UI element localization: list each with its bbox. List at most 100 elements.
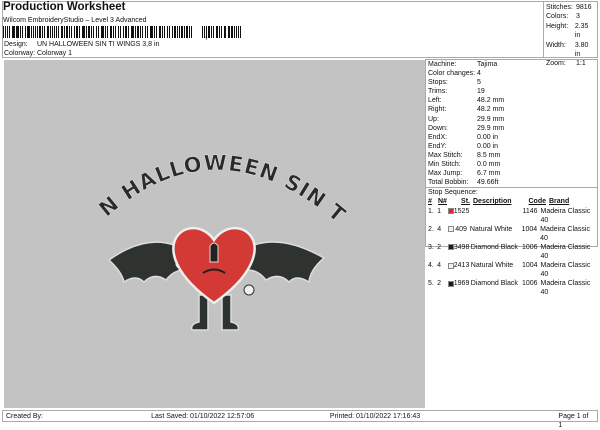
info-value: 29.9 mm: [477, 115, 505, 123]
info-row: Height: 2.35 in: [546, 22, 595, 41]
stop-number: 3.: [428, 243, 434, 251]
info-key: Width:: [546, 41, 566, 49]
info-key: EndY:: [428, 142, 447, 150]
stop-row: 5. 2 1969 Diamond Black 1006 Madeira Classic …: [428, 279, 595, 297]
barcode-bar: [32, 26, 34, 38]
col-number: #: [428, 198, 432, 206]
barcode-bar: [51, 26, 53, 38]
col-needle: N#: [438, 198, 447, 206]
info-key: Down:: [428, 124, 448, 132]
design-label: Design:: [4, 41, 28, 48]
barcode-bar: [189, 26, 190, 38]
barcode-bar: [134, 26, 136, 38]
design-value: UN HALLOWEEN SIN TI WINGS 3,8 in: [37, 41, 160, 48]
col-description: Description: [473, 198, 512, 206]
stop-sequence-label: Stop Sequence:: [428, 189, 478, 197]
needle-number: 2: [437, 280, 442, 288]
barcode-bar: [104, 26, 106, 38]
thread-brand: Madeira Classic 40: [540, 262, 591, 279]
stop-row: 2. 4 409 Natural White 1004 Madeira Classic 4…: [428, 225, 595, 243]
barcode-bar: [56, 26, 57, 38]
barcode-bar: [238, 26, 240, 38]
barcode-bar: [53, 26, 56, 38]
heart: [172, 226, 256, 305]
needle-number: 4: [437, 225, 442, 233]
needle-number: 4: [437, 262, 442, 270]
barcode-bar: [151, 26, 153, 38]
info-key: Trims:: [428, 88, 448, 96]
barcode-bar: [179, 26, 181, 38]
design-arc-text: UN HALLOWEEN SIN TI: [4, 60, 350, 227]
thread-brand: Madeira Classic 40: [540, 225, 590, 242]
barcode-bar: [9, 26, 11, 38]
barcode-bar: [208, 26, 210, 38]
barcode-bar: [24, 26, 27, 38]
barcode-bar: [95, 26, 98, 38]
thread-description: Diamond Black: [470, 280, 518, 288]
info-row: Max Stitch: 8.5 mm: [428, 151, 595, 160]
info-value: 8.5 mm: [477, 151, 501, 159]
barcode-bar: [3, 26, 4, 38]
barcode-bar: [220, 26, 223, 38]
barcode-bar: [110, 26, 113, 38]
thread-code: 1004: [521, 262, 538, 270]
barcode-bar: [70, 26, 72, 38]
barcode-bar: [177, 26, 178, 38]
barcode-bar: [4, 26, 7, 38]
stop-row: 1. 1 1525 1146 Madeira Classic 40: [428, 207, 595, 225]
stop-number: 1.: [428, 207, 434, 215]
barcode-bar: [122, 26, 125, 38]
barcode-bar: [162, 26, 163, 38]
barcode-bar: [44, 26, 45, 38]
barcode-bar: [114, 26, 117, 38]
barcode-bar: [171, 26, 173, 38]
barcode-bar: [15, 26, 17, 38]
info-value: 5: [477, 79, 481, 87]
info-value: 6.7 mm: [477, 170, 501, 178]
barcode-bar: [98, 26, 100, 38]
barcode-bar: [119, 26, 121, 38]
info-value: Tajima: [477, 61, 498, 68]
needle-number: 1: [437, 207, 442, 215]
info-value: 48.2 mm: [477, 106, 505, 114]
machine-info-panel: Machine: Tajima Color changes: 4 Stops: 5 Trim…: [425, 59, 598, 296]
info-value: 29.9 mm: [477, 124, 505, 132]
thread-description: [468, 207, 519, 225]
info-row: EndX: 0.00 in: [428, 133, 595, 142]
info-key: Up:: [428, 115, 439, 123]
barcode-bar: [61, 26, 64, 38]
barcode-bar: [228, 26, 230, 38]
barcode-bar: [37, 26, 38, 38]
barcode-bar: [34, 26, 36, 38]
thread-code: 1004: [521, 225, 538, 233]
info-value: 19: [477, 88, 485, 96]
info-key: Colors:: [546, 13, 569, 21]
barcode-bar: [147, 26, 148, 38]
info-value: 0.0 mm: [477, 161, 501, 169]
info-key: Right:: [428, 106, 447, 114]
page-title: Production Worksheet: [3, 1, 126, 13]
thread-brand: Madeira Classic 40: [540, 280, 591, 297]
barcode-bar: [149, 26, 151, 38]
barcode-bar: [93, 26, 94, 38]
design-row: Design: UN HALLOWEEN SIN TI WINGS 3,8 in: [4, 41, 159, 48]
barcode-bar: [230, 26, 233, 38]
barcode-bar: [201, 26, 204, 38]
barcode-bar: [156, 26, 157, 38]
footer: Created By: Last Saved: 01/10/2022 12:57…: [2, 410, 598, 429]
info-key: Left:: [428, 97, 442, 105]
info-row: Colors: 3: [546, 12, 595, 21]
design-preview: UN HALLOWEEN SIN TI: [0, 41, 425, 408]
barcode-bar: [30, 26, 32, 38]
col-code: Code: [528, 198, 547, 206]
info-row: Machine: Tajima: [428, 60, 595, 69]
stop-number: 4.: [428, 262, 434, 270]
barcode-bar: [118, 26, 119, 38]
barcode-bar: [218, 26, 220, 38]
info-key: Min Stitch:: [428, 161, 461, 169]
info-value: 9816: [576, 4, 592, 11]
barcode-bar: [137, 26, 140, 38]
info-row: Color changes: 4: [428, 69, 595, 78]
info-value: 48.2 mm: [477, 97, 505, 105]
barcode-bar: [47, 26, 49, 38]
